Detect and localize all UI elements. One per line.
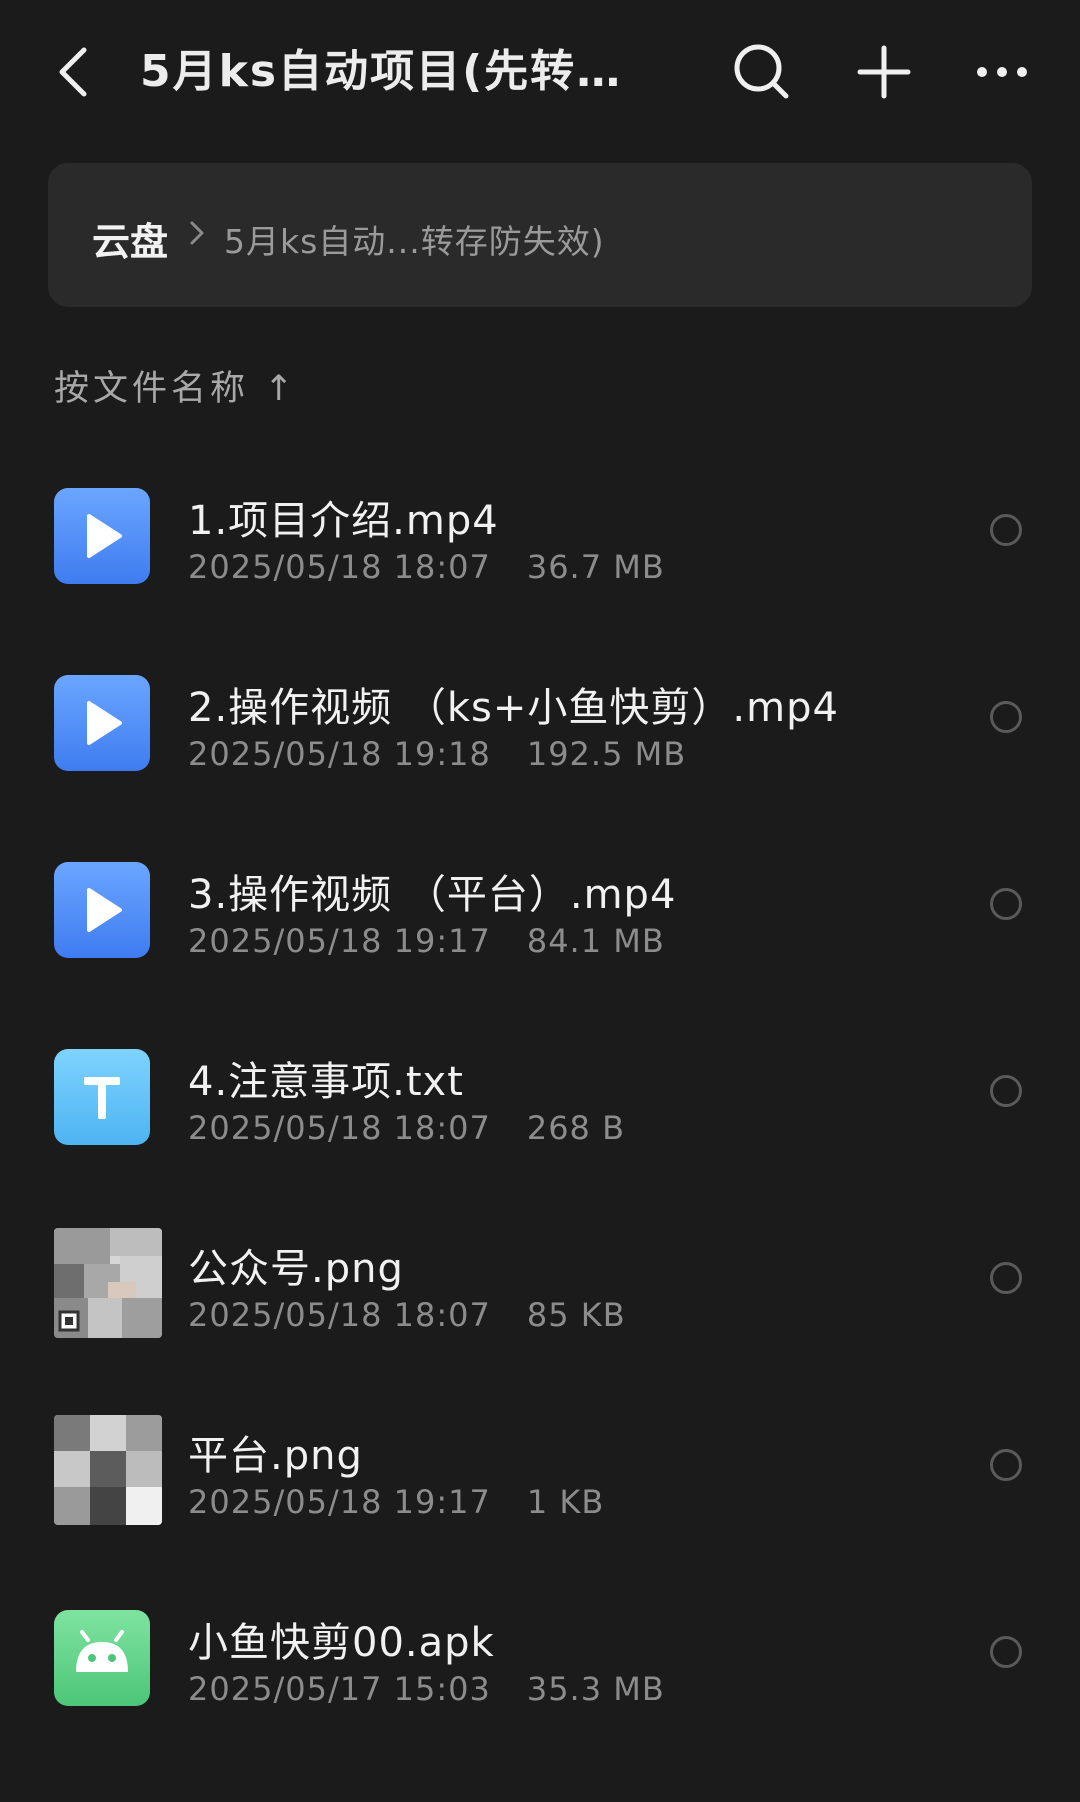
file-date: 2025/05/18 18:07: [188, 548, 491, 586]
file-name: 4.注意事项.txt: [188, 1059, 464, 1105]
file-size: 192.5 MB: [526, 735, 687, 773]
select-radio[interactable]: [990, 1075, 1022, 1107]
file-date: 2025/05/18 19:17: [188, 922, 491, 960]
select-radio[interactable]: [990, 1449, 1022, 1481]
file-date: 2025/05/18 19:18: [188, 735, 491, 773]
file-size: 35.3 MB: [526, 1670, 665, 1708]
list-item[interactable]: 2.操作视频 （ks+小鱼快剪）.mp4 2025/05/18 19:18 192…: [0, 649, 1080, 836]
top-app-bar: 5月ks自动项目(先转存防失效): [0, 0, 1080, 150]
list-item[interactable]: 4.注意事项.txt 2025/05/18 18:07 268 B: [0, 1023, 1080, 1210]
page-title: 5月ks自动项目(先转存防失效): [140, 46, 660, 97]
video-file-icon: [54, 675, 150, 771]
breadcrumb-current: 5月ks自动...转存防失效): [224, 222, 605, 261]
breadcrumb-root[interactable]: 云盘: [92, 211, 168, 266]
file-meta: 2025/05/18 18:07 36.7 MB: [188, 548, 665, 586]
list-item[interactable]: 公众号.png 2025/05/18 18:07 85 KB: [0, 1210, 1080, 1397]
android-apk-icon: [54, 1610, 150, 1706]
list-item[interactable]: 平台.png 2025/05/18 19:17 1 KB: [0, 1397, 1080, 1584]
plus-icon[interactable]: [852, 40, 916, 104]
list-item[interactable]: 1.项目介绍.mp4 2025/05/18 18:07 36.7 MB: [0, 462, 1080, 649]
select-radio[interactable]: [990, 514, 1022, 546]
back-arrow-icon[interactable]: [48, 42, 108, 102]
file-name: 小鱼快剪00.apk: [188, 1620, 495, 1666]
file-name: 平台.png: [188, 1433, 363, 1479]
file-list: 1.项目介绍.mp4 2025/05/18 18:07 36.7 MB 2.操作视…: [0, 462, 1080, 1771]
file-size: 85 KB: [526, 1296, 626, 1334]
select-radio[interactable]: [990, 1262, 1022, 1294]
chevron-right-icon: [186, 215, 210, 251]
breadcrumb: 云盘 5月ks自动...转存防失效): [48, 163, 1032, 307]
file-date: 2025/05/18 19:17: [188, 1483, 491, 1521]
select-radio[interactable]: [990, 701, 1022, 733]
list-item[interactable]: 小鱼快剪00.apk 2025/05/17 15:03 35.3 MB: [0, 1584, 1080, 1771]
video-file-icon: [54, 488, 150, 584]
file-name: 公众号.png: [188, 1246, 404, 1292]
file-meta: 2025/05/18 19:17 84.1 MB: [188, 922, 665, 960]
image-thumbnail-icon: [54, 1415, 162, 1525]
file-meta: 2025/05/18 18:07 85 KB: [188, 1296, 626, 1334]
file-date: 2025/05/18 18:07: [188, 1296, 491, 1334]
file-size: 268 B: [526, 1109, 626, 1147]
file-date: 2025/05/18 18:07: [188, 1109, 491, 1147]
file-meta: 2025/05/18 18:07 268 B: [188, 1109, 625, 1147]
search-icon[interactable]: [730, 40, 794, 104]
file-size: 1 KB: [526, 1483, 605, 1521]
file-meta: 2025/05/18 19:17 1 KB: [188, 1483, 604, 1521]
select-radio[interactable]: [990, 888, 1022, 920]
text-file-icon: [54, 1049, 150, 1145]
file-size: 36.7 MB: [526, 548, 665, 586]
file-date: 2025/05/17 15:03: [188, 1670, 491, 1708]
file-name: 1.项目介绍.mp4: [188, 498, 499, 544]
file-size: 84.1 MB: [526, 922, 665, 960]
select-radio[interactable]: [990, 1636, 1022, 1668]
file-name: 2.操作视频 （ks+小鱼快剪）.mp4: [188, 685, 839, 731]
file-meta: 2025/05/18 19:18 192.5 MB: [188, 735, 686, 773]
image-thumbnail-icon: [54, 1228, 162, 1338]
more-horizontal-icon[interactable]: [970, 40, 1034, 104]
list-item[interactable]: 3.操作视频 （平台）.mp4 2025/05/18 19:17 84.1 MB: [0, 836, 1080, 1023]
file-meta: 2025/05/17 15:03 35.3 MB: [188, 1670, 665, 1708]
sort-selector[interactable]: 按文件名称 ↑: [54, 360, 297, 411]
video-file-icon: [54, 862, 150, 958]
file-name: 3.操作视频 （平台）.mp4: [188, 872, 677, 918]
